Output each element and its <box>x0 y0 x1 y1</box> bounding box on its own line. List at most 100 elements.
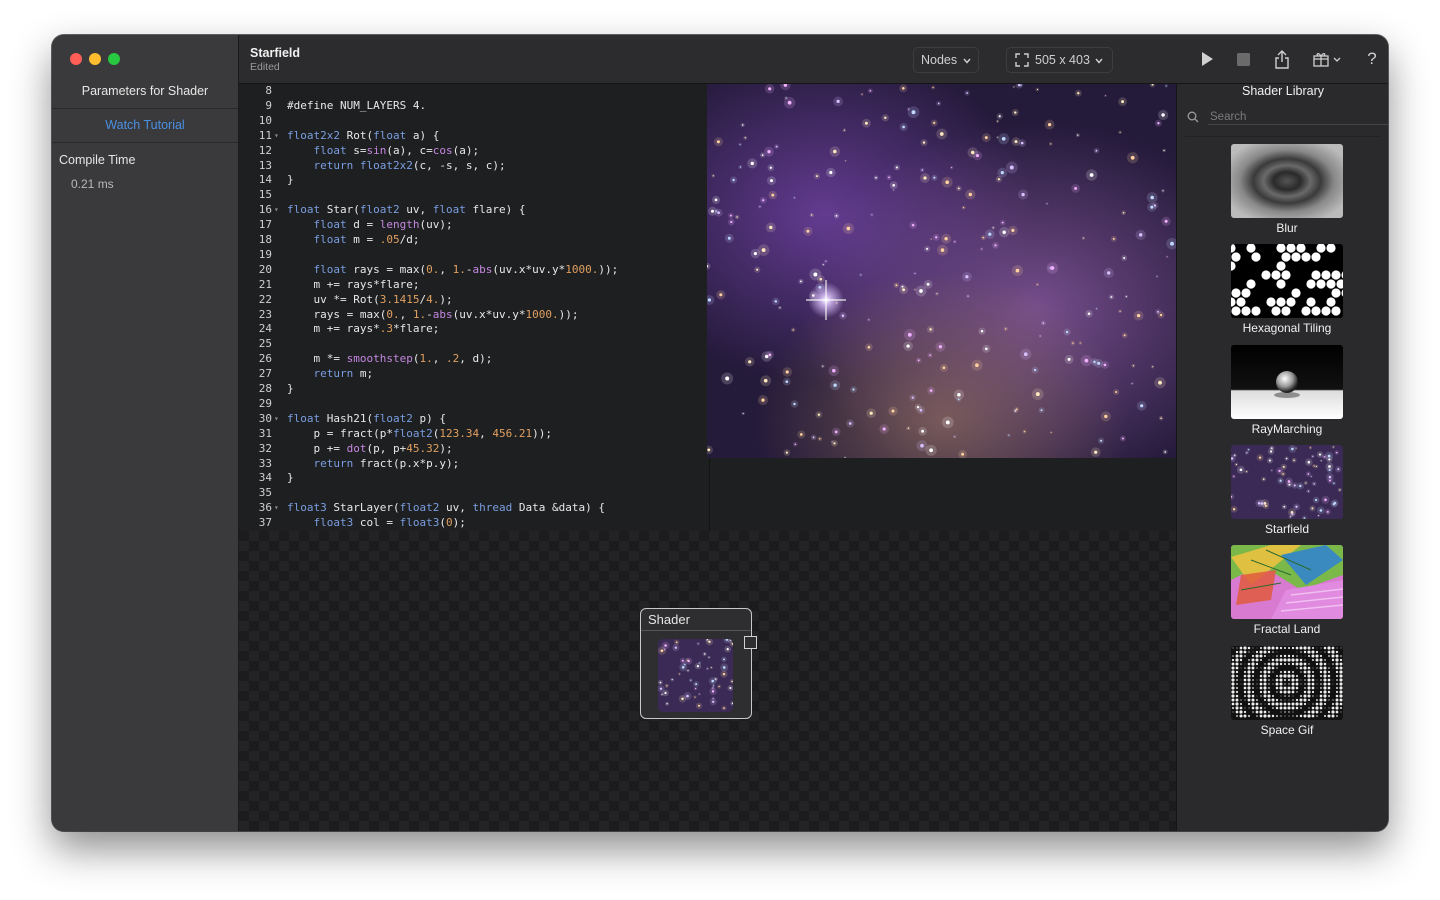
document-title: Starfield <box>250 46 301 60</box>
code-line[interactable]: 31 p = fract(p*float2(123.34, 456.21)); <box>239 427 709 442</box>
line-number: 10 <box>258 113 272 127</box>
line-number: 27 <box>258 367 272 381</box>
code-line[interactable]: 19 <box>239 248 709 263</box>
output-port[interactable] <box>744 636 757 649</box>
code-line[interactable]: 35 <box>239 486 709 501</box>
code-line[interactable]: 20 float rays = max(0., 1.-abs(uv.x*uv.y… <box>239 263 709 278</box>
code-line[interactable]: 12 float s=sin(a), c=cos(a); <box>239 144 709 159</box>
fold-arrow-icon[interactable]: ▾ <box>274 412 279 427</box>
divider <box>641 630 751 631</box>
help-icon[interactable]: ? <box>1361 49 1383 69</box>
line-number: 31 <box>258 426 272 440</box>
library-item-hexagonal-tiling[interactable]: Hexagonal Tiling <box>1231 244 1343 335</box>
code-line[interactable]: 33 return fract(p.x*p.y); <box>239 457 709 472</box>
library-title: Shader Library <box>1242 84 1324 98</box>
line-number: 37 <box>258 516 272 530</box>
line-number: 32 <box>258 441 272 455</box>
stop-icon[interactable] <box>1232 49 1254 69</box>
close-window-button[interactable] <box>70 53 82 65</box>
line-number: 17 <box>258 218 272 232</box>
code-line[interactable]: 13 return float2x2(c, -s, s, c); <box>239 159 709 174</box>
library-item-label: Blur <box>1276 221 1298 235</box>
code-text: float d = length(uv); <box>313 218 453 232</box>
code-line[interactable]: 17 float d = length(uv); <box>239 218 709 233</box>
code-line[interactable]: 14} <box>239 173 709 188</box>
toolbar: Starfield Edited Nodes 505 x 403 ? <box>239 35 1388 84</box>
code-text: float m = .05/d; <box>313 233 420 246</box>
code-line[interactable]: 18 float m = .05/d; <box>239 233 709 248</box>
resolution-dropdown[interactable]: 505 x 403 <box>1006 47 1113 73</box>
code-text: m += rays*flare; <box>287 277 420 291</box>
line-number: 22 <box>258 292 272 306</box>
library-item-fractal-land[interactable]: Fractal Land <box>1231 545 1343 636</box>
shader-node[interactable]: Shader <box>640 608 752 719</box>
library-item-space-gif[interactable]: Space Gif <box>1231 646 1343 737</box>
library-item-starfield[interactable]: Starfield <box>1231 445 1343 536</box>
starfield-thumbnail <box>1231 445 1343 519</box>
resolution-label: 505 x 403 <box>1035 53 1090 67</box>
code-line[interactable]: 22 uv *= Rot(3.1415/4.); <box>239 293 709 308</box>
code-line[interactable]: 34} <box>239 471 709 486</box>
code-line[interactable]: 23 rays = max(0., 1.-abs(uv.x*uv.y*1000.… <box>239 308 709 323</box>
line-number: 26 <box>258 352 272 366</box>
fold-arrow-icon[interactable]: ▾ <box>274 501 279 516</box>
minimize-window-button[interactable] <box>89 53 101 65</box>
line-number: 8 <box>265 84 272 97</box>
gift-icon[interactable] <box>1311 49 1345 69</box>
view-mode-label: Nodes <box>921 53 958 67</box>
shader-preview[interactable] <box>707 84 1176 458</box>
fullscreen-icon <box>1015 53 1029 67</box>
code-line[interactable]: 30 ▾ float Hash21(float2 p) { <box>239 412 709 427</box>
code-text: } <box>287 382 294 395</box>
code-line[interactable]: 32 p += dot(p, p+45.32); <box>239 442 709 457</box>
code-line[interactable]: 21 m += rays*flare; <box>239 278 709 293</box>
code-line[interactable]: 37 float3 col = float3(0); <box>239 516 709 531</box>
code-line[interactable]: 15 <box>239 188 709 203</box>
code-text: } <box>287 173 294 187</box>
code-text: float3 col = float3(0); <box>313 516 466 530</box>
code-line[interactable]: 26 m *= smoothstep(1., .2, d); <box>239 352 709 367</box>
node-graph-canvas[interactable]: Shader <box>239 531 1176 831</box>
play-icon[interactable] <box>1196 49 1218 69</box>
library-item-raymarching[interactable]: RayMarching <box>1231 345 1343 436</box>
line-number: 23 <box>258 307 272 321</box>
code-text: rays = max(0., 1.-abs(uv.x*uv.y*1000.)); <box>287 307 579 321</box>
editor-empty-area <box>709 458 1177 531</box>
library-item-label: Hexagonal Tiling <box>1242 321 1332 335</box>
code-line[interactable]: 28} <box>239 382 709 397</box>
fold-arrow-icon[interactable]: ▾ <box>274 203 279 218</box>
code-line[interactable]: 11 ▾ float2x2 Rot(float a) { <box>239 129 709 144</box>
fractal-land-thumbnail <box>1231 545 1343 619</box>
line-number: 11 <box>258 128 272 142</box>
shader-node-thumbnail <box>658 639 733 712</box>
code-line[interactable]: 9 #define NUM_LAYERS 4. <box>239 99 709 114</box>
search-input[interactable] <box>1208 109 1388 125</box>
library-item-label: Space Gif <box>1260 723 1314 737</box>
code-line[interactable]: 29 <box>239 397 709 412</box>
code-line[interactable]: 16 ▾ float Star(float2 uv, float flare) { <box>239 203 709 218</box>
fold-arrow-icon[interactable]: ▾ <box>274 129 279 144</box>
line-number: 28 <box>258 382 272 395</box>
code-text: float s=sin(a), c=cos(a); <box>313 143 480 157</box>
library-item-label: RayMarching <box>1251 422 1323 436</box>
shader-node-title: Shader <box>648 612 690 627</box>
raymarching-thumbnail <box>1231 345 1343 419</box>
code-line[interactable]: 8 <box>239 84 709 99</box>
code-line[interactable]: 36 ▾ float3 StarLayer(float2 uv, thread Da… <box>239 501 709 516</box>
watch-tutorial-link[interactable]: Watch Tutorial <box>52 118 238 132</box>
code-editor[interactable]: 8 9 #define NUM_LAYERS 4. 10 11 ▾ float2x2 Rot… <box>239 84 709 531</box>
code-line[interactable]: 27 return m; <box>239 367 709 382</box>
line-number: 25 <box>258 337 272 351</box>
line-number: 18 <box>258 233 272 246</box>
code-line[interactable]: 24 m += rays*.3*flare; <box>239 322 709 337</box>
code-line[interactable]: 25 <box>239 337 709 352</box>
share-icon[interactable] <box>1271 49 1293 69</box>
view-mode-dropdown[interactable]: Nodes <box>913 47 979 73</box>
library-item-blur[interactable]: Blur <box>1231 144 1343 235</box>
line-number: 33 <box>258 456 272 470</box>
code-text: float Hash21(float2 p) { <box>287 411 446 425</box>
code-text: float2x2 Rot(float a) { <box>287 128 440 142</box>
code-line[interactable]: 10 <box>239 114 709 129</box>
line-number: 35 <box>258 486 272 500</box>
zoom-window-button[interactable] <box>108 53 120 65</box>
